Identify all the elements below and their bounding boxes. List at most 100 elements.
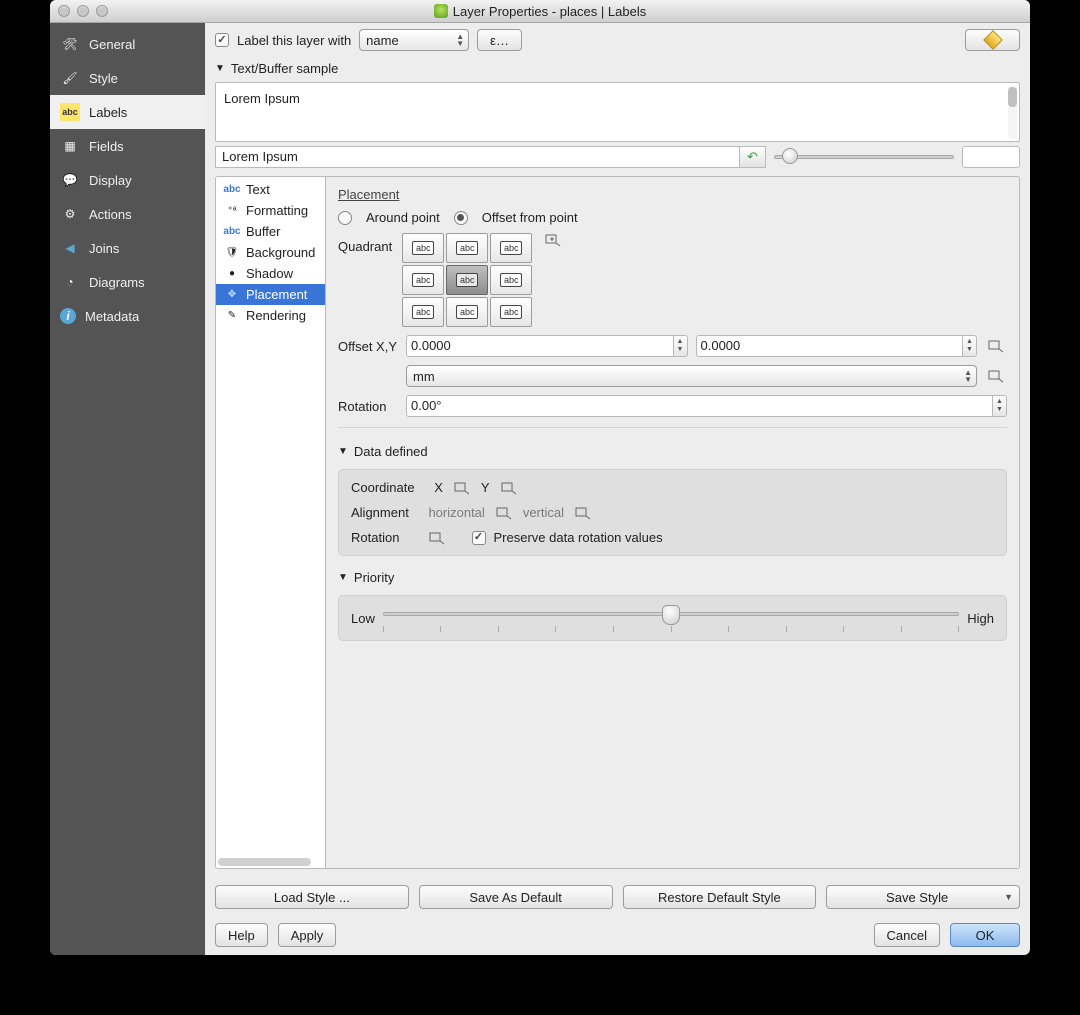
offset-unit-select[interactable]: mm ▲▼ xyxy=(406,365,977,387)
placement-mode-row: Around point Offset from point xyxy=(338,210,1007,225)
subtab-text[interactable]: abcText xyxy=(216,179,325,200)
slider-thumb[interactable] xyxy=(662,605,680,625)
offset-y-spinner[interactable]: ▲▼ xyxy=(963,335,977,357)
select-value: name xyxy=(366,33,399,48)
offset-x-spinner[interactable]: ▲▼ xyxy=(674,335,688,357)
sidebar-item-style[interactable]: 🖌Style xyxy=(50,61,205,95)
sidebar-item-diagrams[interactable]: ◔Diagrams xyxy=(50,265,205,299)
ball-icon: ● xyxy=(224,267,240,281)
subtab-formatting[interactable]: ⁺ᵃFormatting xyxy=(216,200,325,221)
save-default-button[interactable]: Save As Default xyxy=(419,885,613,909)
subtab-placement[interactable]: ✥Placement xyxy=(216,284,325,305)
restore-default-button[interactable]: Restore Default Style xyxy=(623,885,817,909)
unit-override-button[interactable] xyxy=(985,369,1007,383)
abc-icon: abc xyxy=(456,305,479,319)
sidebar-item-label: Labels xyxy=(89,105,127,120)
quadrant-cell-tl[interactable]: abc xyxy=(402,233,444,263)
arrows-icon: ✥ xyxy=(224,288,240,302)
offset-y-input[interactable]: 0.0000 xyxy=(696,335,964,357)
triangle-down-icon: ▼ xyxy=(338,446,348,457)
subtab-buffer[interactable]: abcBuffer xyxy=(216,221,325,242)
expression-button[interactable]: ε… xyxy=(477,29,522,51)
sidebar-item-display[interactable]: 💬Display xyxy=(50,163,205,197)
sidebar-item-actions[interactable]: ⚙Actions xyxy=(50,197,205,231)
help-button[interactable]: Help xyxy=(215,923,268,947)
data-defined-header[interactable]: ▼ Data defined xyxy=(338,444,1007,459)
caret-icon: ▲▼ xyxy=(964,369,972,383)
sample-header[interactable]: ▼ Text/Buffer sample xyxy=(215,61,1020,76)
quadrant-cell-tr[interactable]: abc xyxy=(490,233,532,263)
sidebar-item-joins[interactable]: ◀Joins xyxy=(50,231,205,265)
priority-slider[interactable] xyxy=(383,604,959,632)
dd-rotation-override-button[interactable] xyxy=(426,531,448,545)
sidebar-item-metadata[interactable]: iMetadata xyxy=(50,299,205,333)
dialog: Layer Properties - places | Labels 🛠Gene… xyxy=(50,0,1030,955)
sidebar-item-label: Metadata xyxy=(85,309,139,324)
sample-preview-text: Lorem Ipsum xyxy=(224,91,300,106)
abc-icon: abc xyxy=(500,305,523,319)
vertical-label: vertical xyxy=(523,505,564,520)
shield-icon: 🛡 xyxy=(224,246,240,260)
x-label: X xyxy=(434,480,443,495)
title-bar: Layer Properties - places | Labels xyxy=(50,0,1030,23)
cancel-button[interactable]: Cancel xyxy=(874,923,940,947)
priority-header[interactable]: ▼Priority xyxy=(338,570,1007,585)
section-label: Priority xyxy=(354,570,394,585)
sample-text-input[interactable]: Lorem Ipsum xyxy=(215,146,740,168)
quadrant-cell-mc[interactable]: abc xyxy=(446,265,488,295)
pen-icon: ✎ xyxy=(224,309,240,323)
offset-from-point-radio[interactable] xyxy=(454,211,468,225)
quadrant-cell-ml[interactable]: abc xyxy=(402,265,444,295)
rotation-spinner[interactable]: ▲▼ xyxy=(993,395,1007,417)
sample-reset-button[interactable]: ↶ xyxy=(740,146,766,168)
offset-override-button[interactable] xyxy=(985,339,1007,353)
offset-x-input[interactable]: 0.0000 xyxy=(406,335,674,357)
subtab-background[interactable]: 🛡 Background xyxy=(216,242,325,263)
quadrant-cell-br[interactable]: abc xyxy=(490,297,532,327)
sample-size-slider[interactable] xyxy=(774,146,954,168)
quadrant-cell-bl[interactable]: abc xyxy=(402,297,444,327)
sidebar-item-labels[interactable]: abcLabels xyxy=(50,95,205,129)
quadrant-row: Quadrant abc abc abc abc abc abc abc abc… xyxy=(338,233,1007,327)
sample-background-swatch[interactable] xyxy=(962,146,1020,168)
save-style-button[interactable]: Save Style▼ xyxy=(826,885,1020,909)
subtab-rendering[interactable]: ✎Rendering xyxy=(216,305,325,326)
preserve-rotation-checkbox[interactable] xyxy=(472,531,486,545)
coord-x-override-button[interactable] xyxy=(451,481,473,495)
align-h-override-button[interactable] xyxy=(493,506,515,520)
automated-placement-button[interactable] xyxy=(965,29,1020,51)
quadrant-override-button[interactable] xyxy=(542,233,564,247)
ok-button[interactable]: OK xyxy=(950,923,1020,947)
rotation-input[interactable]: 0.00° xyxy=(406,395,993,417)
alignment-row: Alignment horizontal vertical xyxy=(351,505,994,520)
slider-thumb[interactable] xyxy=(782,148,798,164)
section-label: Data defined xyxy=(354,444,428,459)
apply-button[interactable]: Apply xyxy=(278,923,337,947)
subtab-label: Text xyxy=(246,182,270,197)
dd-rotation-row: Rotation Preserve data rotation values xyxy=(351,530,994,545)
quadrant-cell-tc[interactable]: abc xyxy=(446,233,488,263)
abc-icon: abc xyxy=(412,241,435,255)
sample-preview: Lorem Ipsum xyxy=(215,82,1020,142)
label-field-select[interactable]: name ▲▼ xyxy=(359,29,469,51)
sample-scrollbar-thumb[interactable] xyxy=(1008,87,1017,107)
around-point-radio[interactable] xyxy=(338,211,352,225)
label-layer-checkbox[interactable] xyxy=(215,33,229,47)
offset-from-point-label: Offset from point xyxy=(482,210,578,225)
sidebar-item-label: Actions xyxy=(89,207,132,222)
subtab-label: Background xyxy=(246,245,315,260)
quadrant-cell-bc[interactable]: abc xyxy=(446,297,488,327)
subtab-shadow[interactable]: ●Shadow xyxy=(216,263,325,284)
quadrant-cell-mr[interactable]: abc xyxy=(490,265,532,295)
dd-rotation-label: Rotation xyxy=(351,530,399,545)
align-v-override-button[interactable] xyxy=(572,506,594,520)
load-style-button[interactable]: Load Style ... xyxy=(215,885,409,909)
abc-icon: abc xyxy=(500,241,523,255)
sidebar-item-general[interactable]: 🛠General xyxy=(50,27,205,61)
sidebar-item-fields[interactable]: ▦Fields xyxy=(50,129,205,163)
caret-icon: ▲▼ xyxy=(456,33,464,47)
abc-icon: abc xyxy=(500,273,523,287)
preserve-rotation-label: Preserve data rotation values xyxy=(494,530,663,545)
coord-y-override-button[interactable] xyxy=(498,481,520,495)
abc-icon: abc xyxy=(456,241,479,255)
